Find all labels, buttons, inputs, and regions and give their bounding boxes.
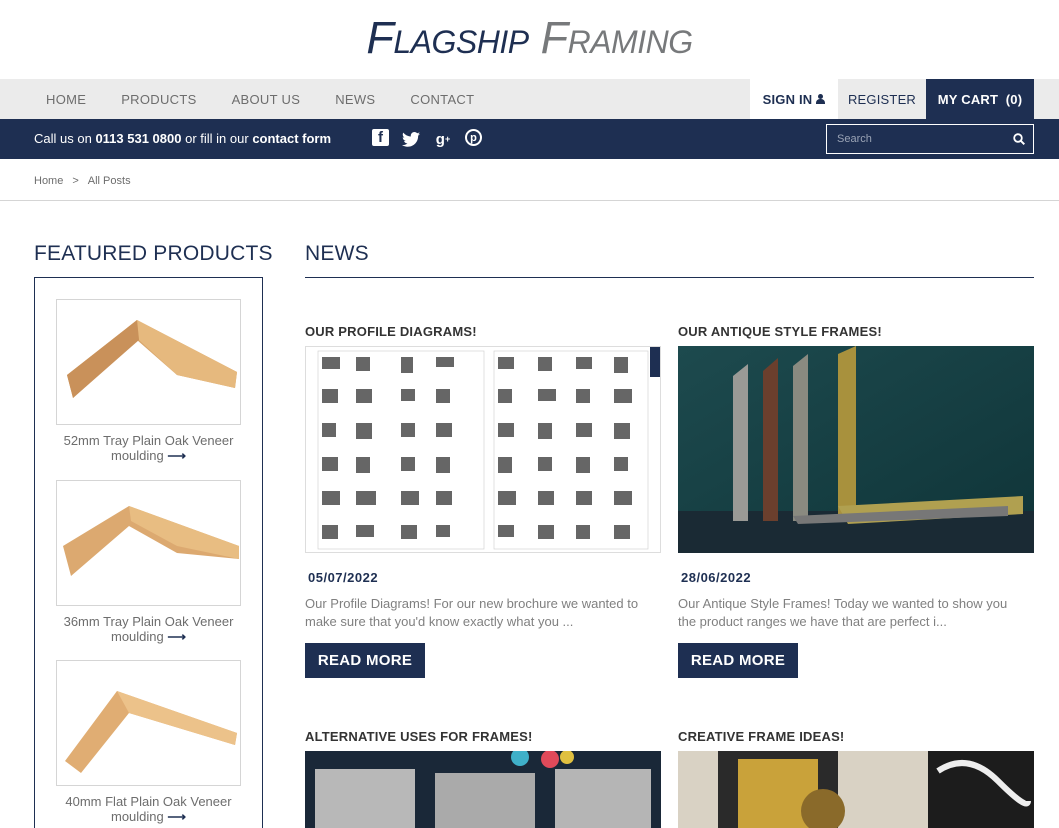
main-nav: HOME PRODUCTS ABOUT US NEWS CONTACT SIGN… (0, 79, 1059, 119)
product-name[interactable]: 52mm Tray Plain Oak Veneer moulding ⟶ (56, 433, 241, 463)
news-post: OUR ANTIQUE STYLE FRAMES! 28/06/2022 Our… (678, 324, 1034, 678)
product-name-text: 40mm Flat Plain Oak Veneer moulding (65, 794, 232, 824)
site-logo[interactable]: Flagship Framing (366, 12, 694, 64)
search-input[interactable] (827, 125, 1007, 153)
google-plus-icon[interactable]: g + (433, 129, 453, 149)
news-divider (305, 277, 1034, 278)
breadcrumb-current: All Posts (87, 175, 131, 187)
call-middle: or fill in our (185, 131, 249, 146)
product-name-text: 52mm Tray Plain Oak Veneer moulding (63, 433, 234, 463)
call-prefix: Call us on (34, 131, 92, 146)
product-image[interactable] (56, 480, 241, 606)
breadcrumb-divider (0, 200, 1059, 201)
logo-word-framing: Framing (540, 12, 694, 63)
post-title[interactable]: ALTERNATIVE USES FOR FRAMES! (305, 729, 661, 744)
site-header: Flagship Framing (0, 0, 1059, 79)
news-post: ALTERNATIVE USES FOR FRAMES! (305, 729, 661, 828)
contact-form-link[interactable]: contact form (252, 131, 331, 146)
product-image[interactable] (56, 299, 241, 425)
product-name[interactable]: 40mm Flat Plain Oak Veneer moulding ⟶ (56, 794, 241, 824)
cart-label: MY CART (0) (937, 91, 1023, 107)
arrow-right-icon: ⟶ (167, 448, 187, 463)
call-us-text: Call us on 0113 531 0800 or fill in our … (34, 131, 331, 146)
breadcrumb-separator: > (72, 175, 79, 187)
arrow-right-icon: ⟶ (167, 809, 187, 824)
product-name[interactable]: 36mm Tray Plain Oak Veneer moulding ⟶ (56, 614, 241, 644)
nav-products[interactable]: PRODUCTS (121, 92, 196, 107)
social-links: f g + p (372, 129, 482, 149)
nav-home[interactable]: HOME (46, 92, 86, 107)
twitter-icon[interactable] (401, 129, 421, 149)
post-image[interactable] (305, 751, 661, 828)
phone-number[interactable]: 0113 531 0800 (95, 131, 181, 146)
facebook-icon[interactable]: f (372, 129, 389, 146)
post-excerpt: Our Profile Diagrams! For our new brochu… (305, 596, 639, 629)
post-excerpt: Our Antique Style Frames! Today we wante… (678, 596, 1008, 629)
register-label: REGISTER (847, 91, 917, 107)
sign-in-button[interactable]: SIGN IN (750, 79, 838, 119)
read-more-button[interactable]: READ MORE (305, 643, 425, 678)
product-card[interactable]: 40mm Flat Plain Oak Veneer moulding ⟶ (56, 660, 241, 824)
nav-menu: HOME PRODUCTS ABOUT US NEWS CONTACT (34, 79, 497, 119)
search-box (826, 124, 1034, 154)
sign-in-label: SIGN IN (762, 91, 813, 107)
news-post: CREATIVE FRAME IDEAS! (678, 729, 1034, 828)
post-date: 05/07/2022 (308, 570, 379, 585)
product-card[interactable]: 36mm Tray Plain Oak Veneer moulding ⟶ (56, 480, 241, 644)
news-title: NEWS (305, 242, 369, 265)
product-card[interactable]: 52mm Tray Plain Oak Veneer moulding ⟶ (56, 299, 241, 463)
breadcrumb-home[interactable]: Home (34, 175, 63, 187)
breadcrumb: Home > All Posts (34, 175, 131, 187)
post-title[interactable]: OUR PROFILE DIAGRAMS! (305, 324, 661, 339)
nav-about-us[interactable]: ABOUT US (232, 92, 301, 107)
logo-word-flagship: Flagship (366, 12, 529, 63)
post-image[interactable] (305, 346, 661, 553)
featured-products-title: FEATURED PRODUCTS (34, 242, 273, 265)
post-title[interactable]: CREATIVE FRAME IDEAS! (678, 729, 1034, 744)
read-more-button[interactable]: READ MORE (678, 643, 798, 678)
post-image[interactable] (678, 751, 1034, 828)
post-title[interactable]: OUR ANTIQUE STYLE FRAMES! (678, 324, 1034, 339)
news-post: OUR PROFILE DIAGRAMS! 05/07/2022 Our Pro… (305, 324, 661, 678)
post-image[interactable] (678, 346, 1034, 553)
product-image[interactable] (56, 660, 241, 786)
user-icon (816, 94, 826, 104)
nav-news[interactable]: NEWS (335, 92, 375, 107)
arrow-right-icon: ⟶ (167, 629, 187, 644)
cart-button[interactable]: MY CART (0) (926, 79, 1034, 119)
product-name-text: 36mm Tray Plain Oak Veneer moulding (63, 614, 234, 644)
contact-bar: Call us on 0113 531 0800 or fill in our … (0, 119, 1059, 159)
register-button[interactable]: REGISTER (838, 79, 926, 119)
featured-products-box: 52mm Tray Plain Oak Veneer moulding ⟶ 36… (34, 277, 263, 828)
search-icon[interactable] (1013, 133, 1025, 145)
pinterest-icon[interactable]: p (465, 129, 482, 146)
post-date: 28/06/2022 (681, 570, 752, 585)
nav-contact[interactable]: CONTACT (410, 92, 474, 107)
